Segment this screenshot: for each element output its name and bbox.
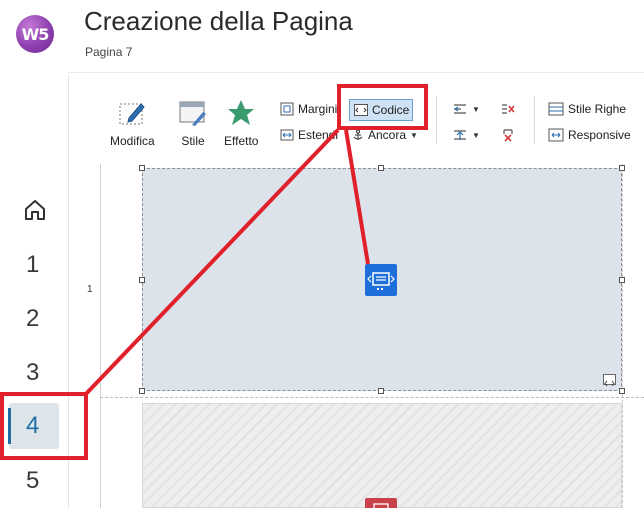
annotation-highlight-codice (337, 84, 428, 130)
annotation-arrows (82, 128, 370, 398)
annotation-highlight-step-4 (0, 392, 88, 460)
